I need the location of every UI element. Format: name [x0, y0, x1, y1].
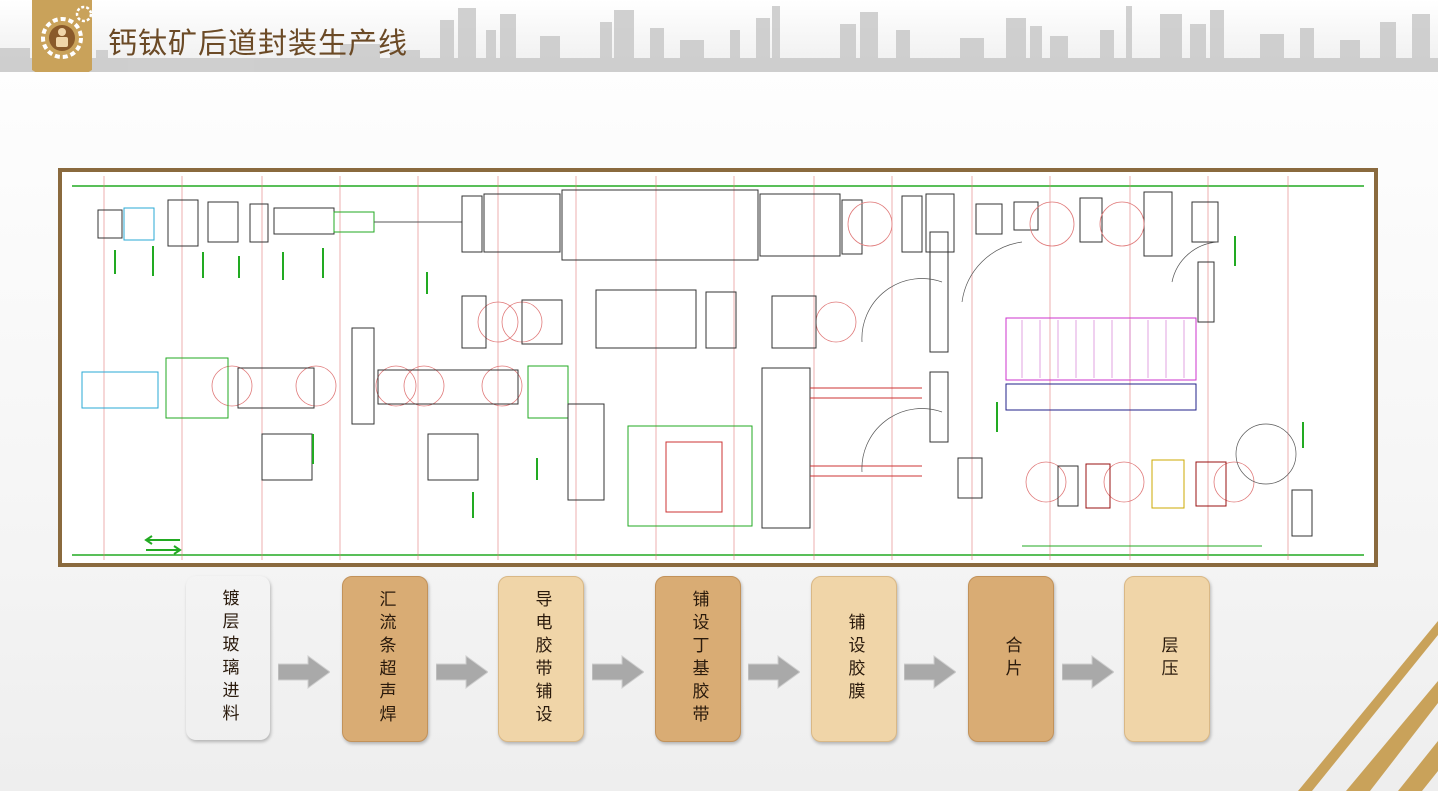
flow-arrow-icon [278, 655, 330, 689]
production-line-drawing [58, 168, 1378, 567]
header-banner: 钙钛矿后道封装生产线 [0, 0, 1438, 72]
flow-step-7: 层压 [1124, 576, 1210, 742]
corner-stripes-decoration [1298, 621, 1438, 791]
flow-step-4: 铺设丁基胶带 [655, 576, 741, 742]
flow-arrow-icon [904, 655, 956, 689]
worker-gear-icon [32, 0, 92, 72]
flow-step-label: 层压 [1157, 636, 1178, 682]
production-line-layout-drawing [62, 172, 1374, 563]
flow-step-label: 镀层玻璃进料 [218, 589, 239, 727]
flow-arrow-icon [592, 655, 644, 689]
flow-step-3: 导电胶带铺设 [498, 576, 584, 742]
flow-step-5: 铺设胶膜 [811, 576, 897, 742]
flow-step-label: 汇流条超声焊 [375, 590, 396, 728]
flow-arrow-icon [748, 655, 800, 689]
flow-step-label: 导电胶带铺设 [531, 590, 552, 728]
flow-arrow-icon [1062, 655, 1114, 689]
flow-step-label: 铺设胶膜 [844, 613, 865, 705]
flow-arrow-icon [436, 655, 488, 689]
flow-step-1: 镀层玻璃进料 [186, 576, 270, 740]
flow-step-6: 合片 [968, 576, 1054, 742]
page-title: 钙钛矿后道封装生产线 [108, 26, 409, 60]
flow-step-2: 汇流条超声焊 [342, 576, 428, 742]
flow-step-label: 铺设丁基胶带 [688, 590, 709, 728]
flow-step-label: 合片 [1001, 636, 1022, 682]
